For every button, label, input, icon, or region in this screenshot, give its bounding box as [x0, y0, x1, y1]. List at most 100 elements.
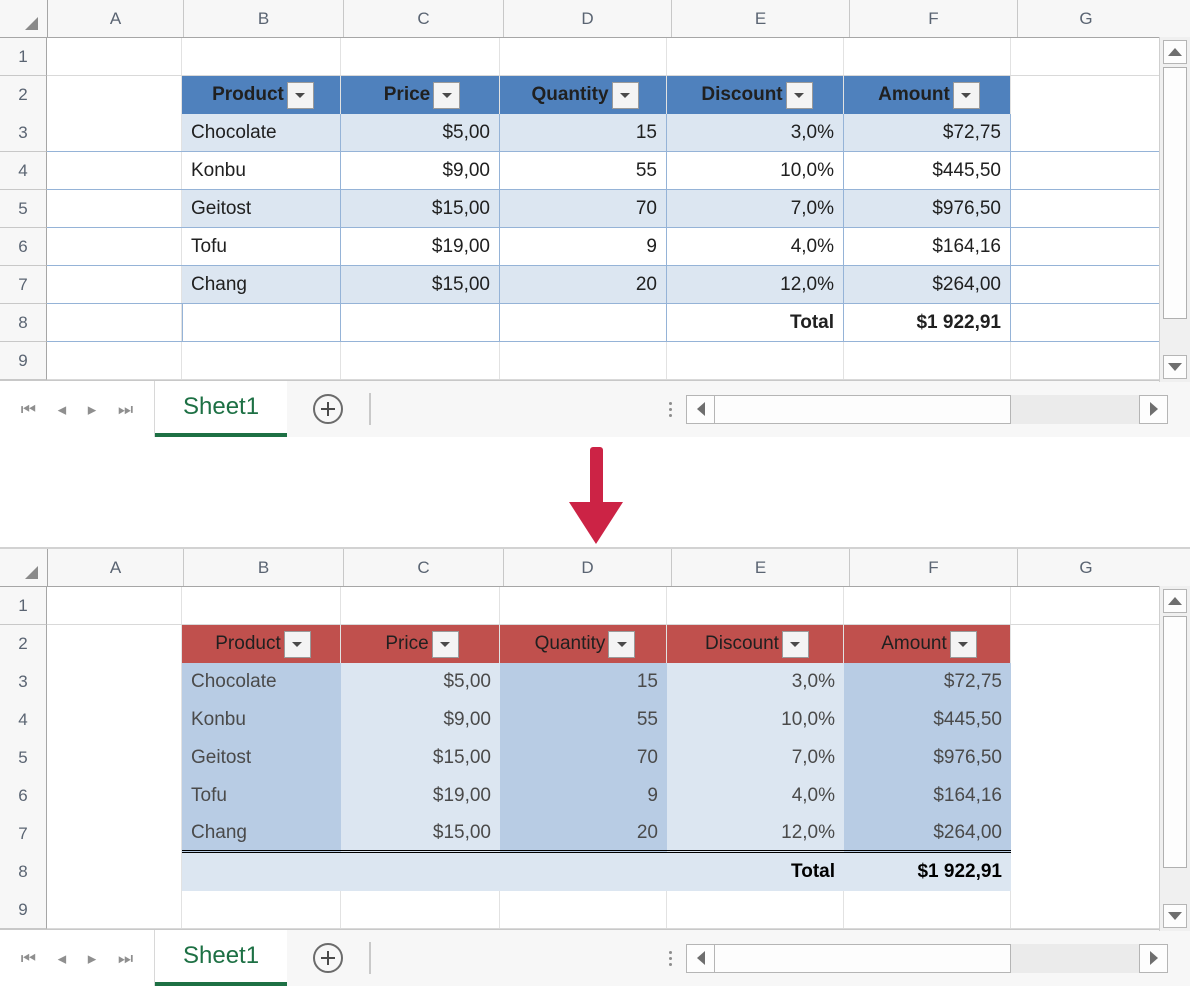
- first-sheet-icon[interactable]: ⏮: [21, 401, 36, 418]
- add-sheet-button-before[interactable]: [287, 381, 370, 437]
- cell-a5[interactable]: [47, 739, 182, 777]
- cell-a9[interactable]: [47, 891, 182, 928]
- cell-c5[interactable]: $15,00: [341, 739, 500, 777]
- cell-e9[interactable]: [667, 891, 844, 928]
- cell-b6[interactable]: Tofu: [182, 777, 341, 815]
- scroll-left-arrow-icon[interactable]: [686, 943, 715, 973]
- cell-b3[interactable]: Chocolate: [182, 663, 341, 701]
- row-header-2[interactable]: 2: [0, 625, 47, 664]
- cell-b8[interactable]: [182, 853, 341, 891]
- cell-b5[interactable]: Geitost: [182, 739, 341, 777]
- cell-d4[interactable]: 55: [500, 701, 667, 739]
- vertical-scroll-thumb-after[interactable]: [1163, 616, 1187, 868]
- cell-f1[interactable]: [844, 38, 1011, 75]
- next-sheet-icon[interactable]: ▸: [88, 950, 97, 967]
- cell-g8[interactable]: [1011, 304, 1147, 341]
- sheet-tab-sheet1[interactable]: Sheet1: [155, 381, 288, 437]
- cell-e4[interactable]: 10,0%: [667, 701, 844, 739]
- table-header-price[interactable]: Price: [341, 625, 500, 663]
- cell-e6[interactable]: 4,0%: [667, 228, 844, 265]
- cell-e4[interactable]: 10,0%: [667, 152, 844, 189]
- add-sheet-button-after[interactable]: [287, 930, 370, 986]
- cell-g9[interactable]: [1011, 891, 1147, 928]
- last-sheet-icon[interactable]: ⏭: [118, 950, 133, 967]
- row-header-3[interactable]: 3: [0, 114, 47, 152]
- cell-d9[interactable]: [500, 891, 667, 928]
- cell-a1[interactable]: [47, 38, 182, 75]
- select-all-corner-before[interactable]: [0, 0, 48, 37]
- cell-g5[interactable]: [1011, 190, 1147, 227]
- split-grip-icon[interactable]: [669, 950, 672, 966]
- row-header-4[interactable]: 4: [0, 152, 47, 190]
- cell-c4[interactable]: $9,00: [341, 152, 500, 189]
- cell-d8[interactable]: [500, 304, 667, 341]
- table-header-quantity[interactable]: Quantity: [500, 76, 667, 114]
- cell-d7[interactable]: 20: [500, 266, 667, 303]
- cell-d6[interactable]: 9: [500, 228, 667, 265]
- cell-d5[interactable]: 70: [500, 190, 667, 227]
- horizontal-scroll-thumb-after[interactable]: [715, 943, 1011, 973]
- cell-d4[interactable]: 55: [500, 152, 667, 189]
- cell-e7[interactable]: 12,0%: [667, 266, 844, 303]
- filter-dropdown-icon[interactable]: [433, 81, 461, 109]
- row-header-9[interactable]: 9: [0, 342, 47, 380]
- row-header-1[interactable]: 1: [0, 587, 47, 625]
- column-header-c[interactable]: C: [344, 549, 504, 586]
- row-header-6[interactable]: 6: [0, 777, 47, 816]
- column-header-d[interactable]: D: [504, 0, 672, 37]
- cell-f4[interactable]: $445,50: [844, 152, 1011, 189]
- cell-f5[interactable]: $976,50: [844, 190, 1011, 227]
- cell-f6[interactable]: $164,16: [844, 777, 1011, 815]
- cell-b9[interactable]: [182, 342, 341, 379]
- cell-b1[interactable]: [182, 38, 341, 75]
- cell-e1[interactable]: [667, 38, 844, 75]
- cell-a4[interactable]: [47, 701, 182, 739]
- cell-a6[interactable]: [47, 777, 182, 815]
- cell-c6[interactable]: $19,00: [341, 228, 500, 265]
- table-header-product[interactable]: Product: [182, 76, 341, 114]
- cell-b4[interactable]: Konbu: [182, 701, 341, 739]
- cell-c5[interactable]: $15,00: [341, 190, 500, 227]
- cell-f5[interactable]: $976,50: [844, 739, 1011, 777]
- scroll-left-arrow-icon[interactable]: [686, 394, 715, 424]
- total-label-after[interactable]: Total: [667, 853, 844, 891]
- sheet-tab-sheet1[interactable]: Sheet1: [155, 930, 288, 986]
- first-sheet-icon[interactable]: ⏮: [21, 950, 36, 967]
- cell-e3[interactable]: 3,0%: [667, 114, 844, 151]
- cell-g7[interactable]: [1011, 266, 1147, 303]
- row-header-8[interactable]: 8: [0, 853, 47, 892]
- filter-dropdown-icon[interactable]: [431, 630, 459, 658]
- cell-c1[interactable]: [341, 38, 500, 75]
- row-header-5[interactable]: 5: [0, 190, 47, 228]
- column-header-f[interactable]: F: [850, 549, 1018, 586]
- cell-e9[interactable]: [667, 342, 844, 379]
- table-header-amount[interactable]: Amount: [844, 625, 1011, 663]
- cell-a8[interactable]: [47, 304, 182, 341]
- last-sheet-icon[interactable]: ⏭: [118, 401, 133, 418]
- cell-c8[interactable]: [341, 304, 500, 341]
- filter-dropdown-icon[interactable]: [611, 81, 639, 109]
- cell-b3[interactable]: Chocolate: [182, 114, 341, 151]
- column-header-f[interactable]: F: [850, 0, 1018, 37]
- cell-g3[interactable]: [1011, 663, 1147, 701]
- column-header-d[interactable]: D: [504, 549, 672, 586]
- row-header-9[interactable]: 9: [0, 891, 47, 929]
- cell-a2[interactable]: [47, 625, 182, 663]
- cell-a4[interactable]: [47, 152, 182, 189]
- cell-g6[interactable]: [1011, 228, 1147, 265]
- cell-g4[interactable]: [1011, 152, 1147, 189]
- cell-e3[interactable]: 3,0%: [667, 663, 844, 701]
- cell-a6[interactable]: [47, 228, 182, 265]
- scroll-down-arrow-icon[interactable]: [1163, 904, 1187, 928]
- cell-c7[interactable]: $15,00: [341, 266, 500, 303]
- column-header-a[interactable]: A: [48, 549, 184, 586]
- cell-c8[interactable]: [341, 853, 500, 891]
- row-header-6[interactable]: 6: [0, 228, 47, 266]
- cell-d9[interactable]: [500, 342, 667, 379]
- cell-f3[interactable]: $72,75: [844, 114, 1011, 151]
- table-header-price[interactable]: Price: [341, 76, 500, 114]
- row-header-5[interactable]: 5: [0, 739, 47, 778]
- cell-f1[interactable]: [844, 587, 1011, 624]
- cell-c9[interactable]: [341, 342, 500, 379]
- scroll-down-arrow-icon[interactable]: [1163, 355, 1187, 379]
